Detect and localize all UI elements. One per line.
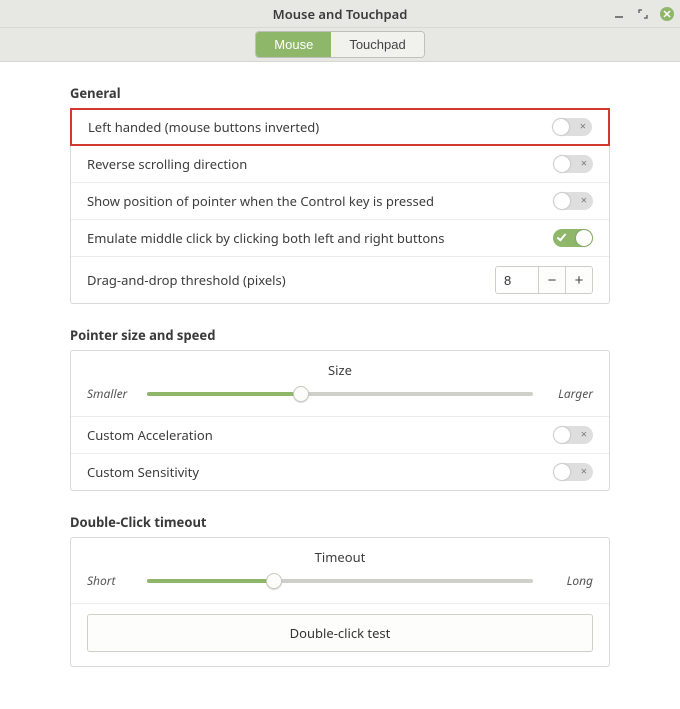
row-dnd-threshold: Drag-and-drop threshold (pixels) − + [71, 257, 609, 303]
tab-touchpad[interactable]: Touchpad [331, 32, 423, 57]
row-left-handed: Left handed (mouse buttons inverted) × [70, 108, 610, 146]
toggle-emulate-middle[interactable] [553, 229, 593, 247]
tab-strip: Mouse Touchpad [0, 28, 680, 62]
row-emulate-middle: Emulate middle click by clicking both le… [71, 220, 609, 257]
toggle-custom-sens[interactable]: × [553, 463, 593, 481]
minimize-button[interactable] [612, 7, 626, 21]
tab-segment: Mouse Touchpad [255, 31, 424, 58]
caption-doubleclick-timeout: Timeout [87, 548, 593, 566]
label-custom-sens: Custom Sensitivity [87, 463, 199, 481]
label-left-handed: Left handed (mouse buttons inverted) [88, 118, 319, 136]
row-reverse-scroll: Reverse scrolling direction × [71, 146, 609, 183]
section-title-doubleclick: Double-Click timeout [70, 513, 610, 531]
titlebar: Mouse and Touchpad [0, 0, 680, 28]
section-title-general: General [70, 84, 610, 102]
label-size-smaller: Smaller [87, 385, 137, 402]
label-reverse-scroll: Reverse scrolling direction [87, 155, 247, 173]
label-show-pointer-ctrl: Show position of pointer when the Contro… [87, 192, 434, 210]
window-controls [612, 0, 674, 28]
panel-general: Left handed (mouse buttons inverted) × R… [70, 108, 610, 304]
panel-doubleclick: Timeout Short Long Double-click test [70, 537, 610, 667]
slider-pointer-size[interactable] [147, 392, 533, 396]
row-show-pointer-ctrl: Show position of pointer when the Contro… [71, 183, 609, 220]
maximize-button[interactable] [636, 7, 650, 21]
row-doubleclick-timeout: Timeout Short Long [71, 538, 609, 604]
label-size-larger: Larger [543, 385, 593, 402]
window-title: Mouse and Touchpad [273, 5, 408, 23]
toggle-custom-accel[interactable]: × [553, 426, 593, 444]
toggle-show-pointer-ctrl[interactable]: × [553, 192, 593, 210]
row-custom-sens: Custom Sensitivity × [71, 454, 609, 490]
tab-mouse[interactable]: Mouse [256, 32, 331, 57]
toggle-left-handed[interactable]: × [552, 118, 592, 136]
section-title-pointer: Pointer size and speed [70, 326, 610, 344]
row-custom-accel: Custom Acceleration × [71, 417, 609, 454]
button-doubleclick-test[interactable]: Double-click test [87, 614, 593, 652]
row-pointer-size: Size Smaller Larger [71, 351, 609, 417]
btn-dnd-increment[interactable]: + [565, 266, 593, 294]
label-emulate-middle: Emulate middle click by clicking both le… [87, 229, 444, 247]
slider-doubleclick-timeout[interactable] [147, 579, 533, 583]
close-button[interactable] [660, 7, 674, 21]
input-dnd-threshold[interactable] [495, 266, 539, 294]
content-area: General Left handed (mouse buttons inver… [0, 62, 680, 709]
label-timeout-short: Short [87, 572, 137, 589]
btn-dnd-decrement[interactable]: − [538, 266, 566, 294]
panel-pointer: Size Smaller Larger Custom Acceleration … [70, 350, 610, 491]
toggle-reverse-scroll[interactable]: × [553, 155, 593, 173]
label-timeout-long: Long [543, 572, 593, 589]
label-dnd-threshold: Drag-and-drop threshold (pixels) [87, 271, 286, 289]
caption-pointer-size: Size [87, 361, 593, 379]
spin-dnd-threshold: − + [495, 266, 593, 294]
label-custom-accel: Custom Acceleration [87, 426, 213, 444]
